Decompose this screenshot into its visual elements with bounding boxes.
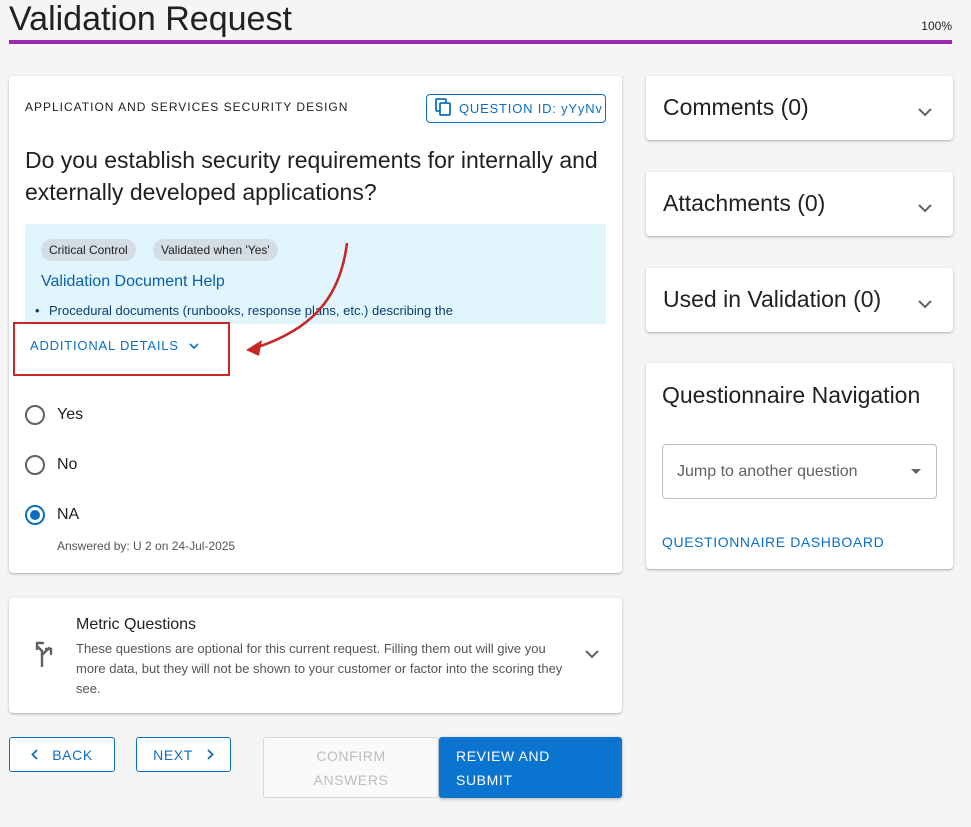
progress-percentage: 100% bbox=[921, 19, 952, 33]
chevron-right-icon bbox=[207, 747, 214, 763]
radio-no[interactable] bbox=[25, 455, 45, 475]
answer-option-na[interactable]: NA bbox=[25, 505, 79, 525]
answered-by-text: Answered by: U 2 on 24-Jul-2025 bbox=[57, 539, 236, 553]
radio-yes[interactable] bbox=[25, 405, 45, 425]
option-label-no: No bbox=[57, 456, 78, 473]
next-button[interactable]: NEXT bbox=[136, 737, 231, 772]
metric-description: These questions are optional for this cu… bbox=[76, 641, 563, 696]
validated-when-chip: Validated when 'Yes' bbox=[153, 239, 278, 261]
help-bullet-item: Procedural documents (runbooks, response… bbox=[35, 303, 453, 318]
chevron-down-icon[interactable] bbox=[585, 646, 599, 664]
confirm-label-line1: CONFIRM bbox=[316, 747, 386, 764]
annotation-highlight-box bbox=[13, 322, 230, 376]
metric-questions-card[interactable]: Metric Questions These questions are opt… bbox=[9, 598, 622, 713]
attachments-header: Attachments (0) bbox=[663, 190, 826, 216]
question-id-label: QUESTION ID: yYyNv bbox=[459, 101, 603, 116]
help-title: Validation Document Help bbox=[41, 273, 225, 290]
submit-label-line1: REVIEW AND bbox=[456, 747, 550, 764]
back-label: BACK bbox=[52, 746, 93, 763]
question-text: Do you establish security requirements f… bbox=[25, 147, 598, 205]
copy-icon bbox=[435, 98, 451, 119]
progress-bar bbox=[9, 40, 952, 44]
submit-label-line2: SUBMIT bbox=[456, 771, 513, 788]
attachments-panel[interactable]: Attachments (0) bbox=[646, 172, 953, 236]
comments-panel[interactable]: Comments (0) bbox=[646, 76, 953, 140]
questionnaire-dashboard-link[interactable]: QUESTIONNAIRE DASHBOARD bbox=[662, 534, 884, 550]
answer-option-yes[interactable]: Yes bbox=[25, 405, 83, 425]
chevron-left-icon bbox=[31, 747, 38, 763]
option-label-yes: Yes bbox=[57, 406, 84, 423]
validation-help-box: Critical Control Validated when 'Yes' Va… bbox=[25, 224, 606, 324]
back-button[interactable]: BACK bbox=[9, 737, 115, 772]
answer-option-no[interactable]: No bbox=[25, 455, 77, 475]
chevron-down-icon[interactable] bbox=[918, 296, 932, 314]
used-in-validation-header: Used in Validation (0) bbox=[663, 286, 882, 312]
jump-to-question-select[interactable]: Jump to another question bbox=[662, 444, 937, 499]
critical-control-chip: Critical Control bbox=[41, 239, 136, 261]
dropdown-caret-icon bbox=[911, 469, 921, 474]
option-label-na: NA bbox=[57, 506, 80, 523]
page-title: Validation Request bbox=[9, 0, 292, 38]
comments-header: Comments (0) bbox=[663, 94, 809, 120]
review-and-submit-button[interactable]: REVIEW AND SUBMIT bbox=[439, 737, 622, 798]
progress-bar-fill bbox=[9, 40, 952, 44]
next-label: NEXT bbox=[153, 746, 193, 763]
section-label: APPLICATION AND SERVICES SECURITY DESIGN bbox=[25, 100, 349, 114]
metric-title: Metric Questions bbox=[76, 616, 197, 633]
confirm-label-line2: ANSWERS bbox=[313, 771, 389, 788]
jump-select-placeholder: Jump to another question bbox=[677, 462, 858, 480]
page-header: Validation Request 100% bbox=[9, 0, 952, 44]
used-in-validation-panel[interactable]: Used in Validation (0) bbox=[646, 268, 953, 332]
navigation-title: Questionnaire Navigation bbox=[662, 382, 921, 408]
radio-na[interactable] bbox=[25, 505, 45, 525]
chevron-down-icon[interactable] bbox=[918, 200, 932, 218]
chevron-down-icon[interactable] bbox=[918, 104, 932, 122]
confirm-answers-button[interactable]: CONFIRM ANSWERS bbox=[263, 737, 439, 798]
question-id-button[interactable]: QUESTION ID: yYyNv bbox=[426, 94, 606, 123]
questionnaire-navigation-card: Questionnaire Navigation Jump to another… bbox=[646, 363, 953, 569]
split-arrow-icon bbox=[33, 639, 55, 672]
